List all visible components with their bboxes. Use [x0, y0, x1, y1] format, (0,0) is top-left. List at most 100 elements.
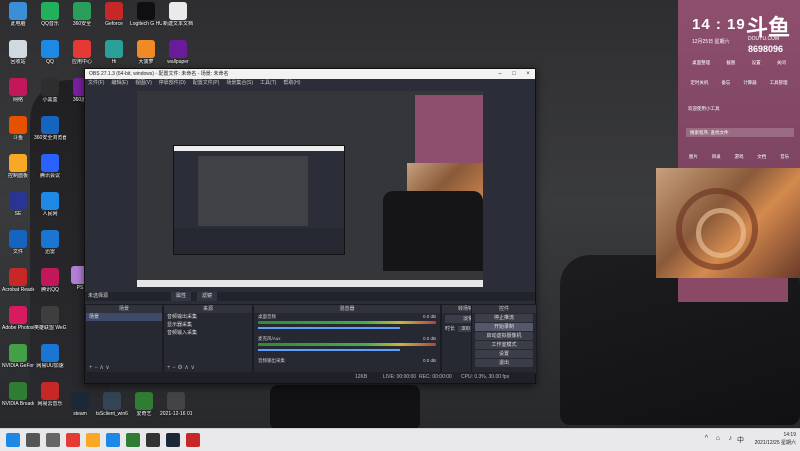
qq-icon[interactable] — [106, 433, 120, 447]
desktop-icon[interactable]: QQ音乐 — [34, 2, 66, 27]
desktop-icon[interactable]: Acrobat Reader DC — [2, 268, 34, 293]
search-icon[interactable] — [26, 433, 40, 447]
source-toolbar: 未选择源 属性 滤镜 — [85, 292, 535, 301]
network-icon[interactable]: ⌂ — [716, 435, 720, 442]
app-icon — [169, 40, 187, 58]
widget-tool[interactable]: 工具管理 — [770, 80, 788, 86]
desktop-icon[interactable]: wallpaper — [162, 40, 194, 65]
douyu-widget[interactable]: 14 : 19 12月25日 星期六 斗鱼 DOUYU.COM 8698096 … — [678, 0, 800, 168]
widget-tool[interactable]: 定时关机 — [690, 80, 708, 86]
source-item[interactable]: 音频输出采集 — [164, 313, 252, 321]
menu-item[interactable]: 编辑(E) — [111, 80, 128, 86]
widget-shortcut[interactable]: 桌面整理 — [692, 60, 710, 66]
explorer-icon[interactable] — [86, 433, 100, 447]
widget-tab[interactable]: 目录 — [712, 154, 721, 160]
menu-item[interactable]: 场景集合(S) — [226, 80, 253, 86]
stop-stream-button[interactable]: 停止推流 — [475, 314, 533, 322]
menu-item[interactable]: 停靠部件(D) — [159, 80, 186, 86]
desktop-icon[interactable]: 大菠萝 — [130, 40, 162, 65]
widget-tool[interactable]: 计算器 — [743, 80, 757, 86]
filters-tab[interactable]: 滤镜 — [197, 292, 218, 301]
desktop-icon[interactable]: 360安全 — [66, 2, 98, 27]
widget-shortcut[interactable]: 设置 — [752, 60, 761, 66]
minimize-icon[interactable]: – — [493, 69, 507, 79]
desktop-icon[interactable]: 腾讯QQ — [34, 268, 66, 293]
desktop-icon[interactable]: QQ — [34, 40, 66, 65]
obs-window[interactable]: OBS 27.1.3 (64-bit, windows) - 配置文件: 未命名… — [84, 68, 537, 384]
widget-tab[interactable]: 图片 — [689, 154, 698, 160]
settings-button[interactable]: 设置 — [475, 350, 533, 358]
widget-shortcut[interactable]: 截图 — [726, 60, 735, 66]
desktop-icon[interactable]: tsSclient_win64 — [96, 392, 128, 417]
close-icon[interactable]: × — [521, 69, 535, 79]
widget-shortcut[interactable]: 关闭 — [777, 60, 786, 66]
desktop-icon[interactable]: 斗鱼 — [2, 116, 34, 141]
desktop-icon[interactable]: 迅雷 — [34, 230, 66, 255]
studio-mode-button[interactable]: 工作室模式 — [475, 341, 533, 349]
app-icon — [41, 268, 59, 286]
source-add-remove-icons[interactable]: + − ⚙ ∧ ∨ — [167, 364, 195, 371]
widget-tab[interactable]: 音乐 — [780, 154, 789, 160]
music-icon[interactable] — [186, 433, 200, 447]
widget-search-input[interactable]: 搜索程序, 查找文件 — [686, 128, 794, 137]
menu-item[interactable]: 工具(T) — [260, 80, 276, 86]
desktop-icon[interactable]: Geforce — [98, 2, 130, 27]
virtual-camera-button[interactable]: 启动虚拟摄像机 — [475, 332, 533, 340]
desktop-icon[interactable]: Logitech G HUB — [130, 2, 162, 27]
start-icon[interactable] — [6, 433, 20, 447]
mixer-channel[interactable]: 桌面音频 0.0 dB — [254, 313, 440, 335]
volume-icon[interactable]: ♪ — [729, 435, 733, 442]
obs-icon[interactable] — [146, 433, 160, 447]
maximize-icon[interactable]: □ — [507, 69, 521, 79]
desktop-icon[interactable]: SE — [2, 192, 34, 217]
desktop-icon[interactable]: 网易云音乐 — [34, 382, 66, 407]
desktop-icon[interactable]: 360安全浏览器 — [34, 116, 66, 141]
volume-slider[interactable] — [258, 327, 401, 329]
desktop-icon[interactable]: 新建文本文档 — [162, 2, 194, 27]
source-item[interactable]: 音频输入采集 — [164, 329, 252, 337]
widget-tab[interactable]: 文档 — [757, 154, 766, 160]
menu-item[interactable]: 帮助(H) — [283, 80, 300, 86]
desktop-icon-label: 此电脑 — [10, 21, 26, 27]
ime-icon[interactable]: 中 — [737, 435, 744, 445]
desktop-icon[interactable]: Hi — [98, 40, 130, 65]
obs-titlebar[interactable]: OBS 27.1.3 (64-bit, windows) - 配置文件: 未命名… — [85, 69, 535, 79]
menu-item[interactable]: 配置文件(P) — [193, 80, 220, 86]
menu-item[interactable]: 视图(V) — [135, 80, 152, 86]
desktop-icon[interactable]: 文件 — [2, 230, 34, 255]
desktop-icon[interactable]: NVIDIA Broadcast — [2, 382, 34, 407]
taskview-icon[interactable] — [46, 433, 60, 447]
chevron-up-icon[interactable]: ^ — [705, 435, 708, 442]
scene-item[interactable]: 场景 — [86, 313, 162, 321]
menu-item[interactable]: 文件(F) — [88, 80, 104, 86]
steam-icon[interactable] — [166, 433, 180, 447]
desktop-icon[interactable]: 网络 — [2, 78, 34, 103]
desktop-icon[interactable]: 回收站 — [2, 40, 34, 65]
source-item[interactable]: 显示器采集 — [164, 321, 252, 329]
start-recording-button[interactable]: 开始录制 — [475, 323, 533, 331]
desktop-icon[interactable]: 腾讯会议 — [34, 154, 66, 179]
desktop-icon[interactable]: 小黑盒 — [34, 78, 66, 103]
desktop-icon[interactable]: Adobe Photosh — [2, 306, 34, 331]
desktop-icon[interactable]: 此电脑 — [2, 2, 34, 27]
desktop-icon[interactable]: 控制面板 — [2, 154, 34, 179]
exit-button[interactable]: 退出 — [475, 359, 533, 367]
clock[interactable]: 14:19 2021/12/25 星期六 — [755, 431, 796, 447]
mixer-channel[interactable]: 麦克风/Aux 0.0 dB — [254, 335, 440, 357]
chrome-icon[interactable] — [66, 433, 80, 447]
desktop-icon[interactable]: 2021-12-16 01-42-22 — [160, 392, 192, 417]
volume-slider[interactable] — [258, 349, 401, 351]
wechat-icon[interactable] — [126, 433, 140, 447]
scene-add-remove-icons[interactable]: + − ∧ ∨ — [89, 364, 110, 371]
widget-tool[interactable]: 备忘 — [721, 80, 730, 86]
properties-tab[interactable]: 属性 — [171, 292, 192, 301]
desktop-icon[interactable]: NVIDIA GeForce — [2, 344, 34, 369]
obs-preview[interactable] — [137, 91, 483, 287]
widget-tab[interactable]: 游戏 — [734, 154, 743, 160]
desktop-icon[interactable]: 应用中心 — [66, 40, 98, 65]
desktop-icon[interactable]: 人民网 — [34, 192, 66, 217]
desktop-icon[interactable]: 爱奇艺 — [128, 392, 160, 417]
desktop-icon[interactable]: 英雄联盟 WeGame — [34, 306, 66, 331]
desktop-icon[interactable]: 网易UU加速 — [34, 344, 66, 369]
desktop-icon[interactable]: steam — [64, 392, 96, 417]
